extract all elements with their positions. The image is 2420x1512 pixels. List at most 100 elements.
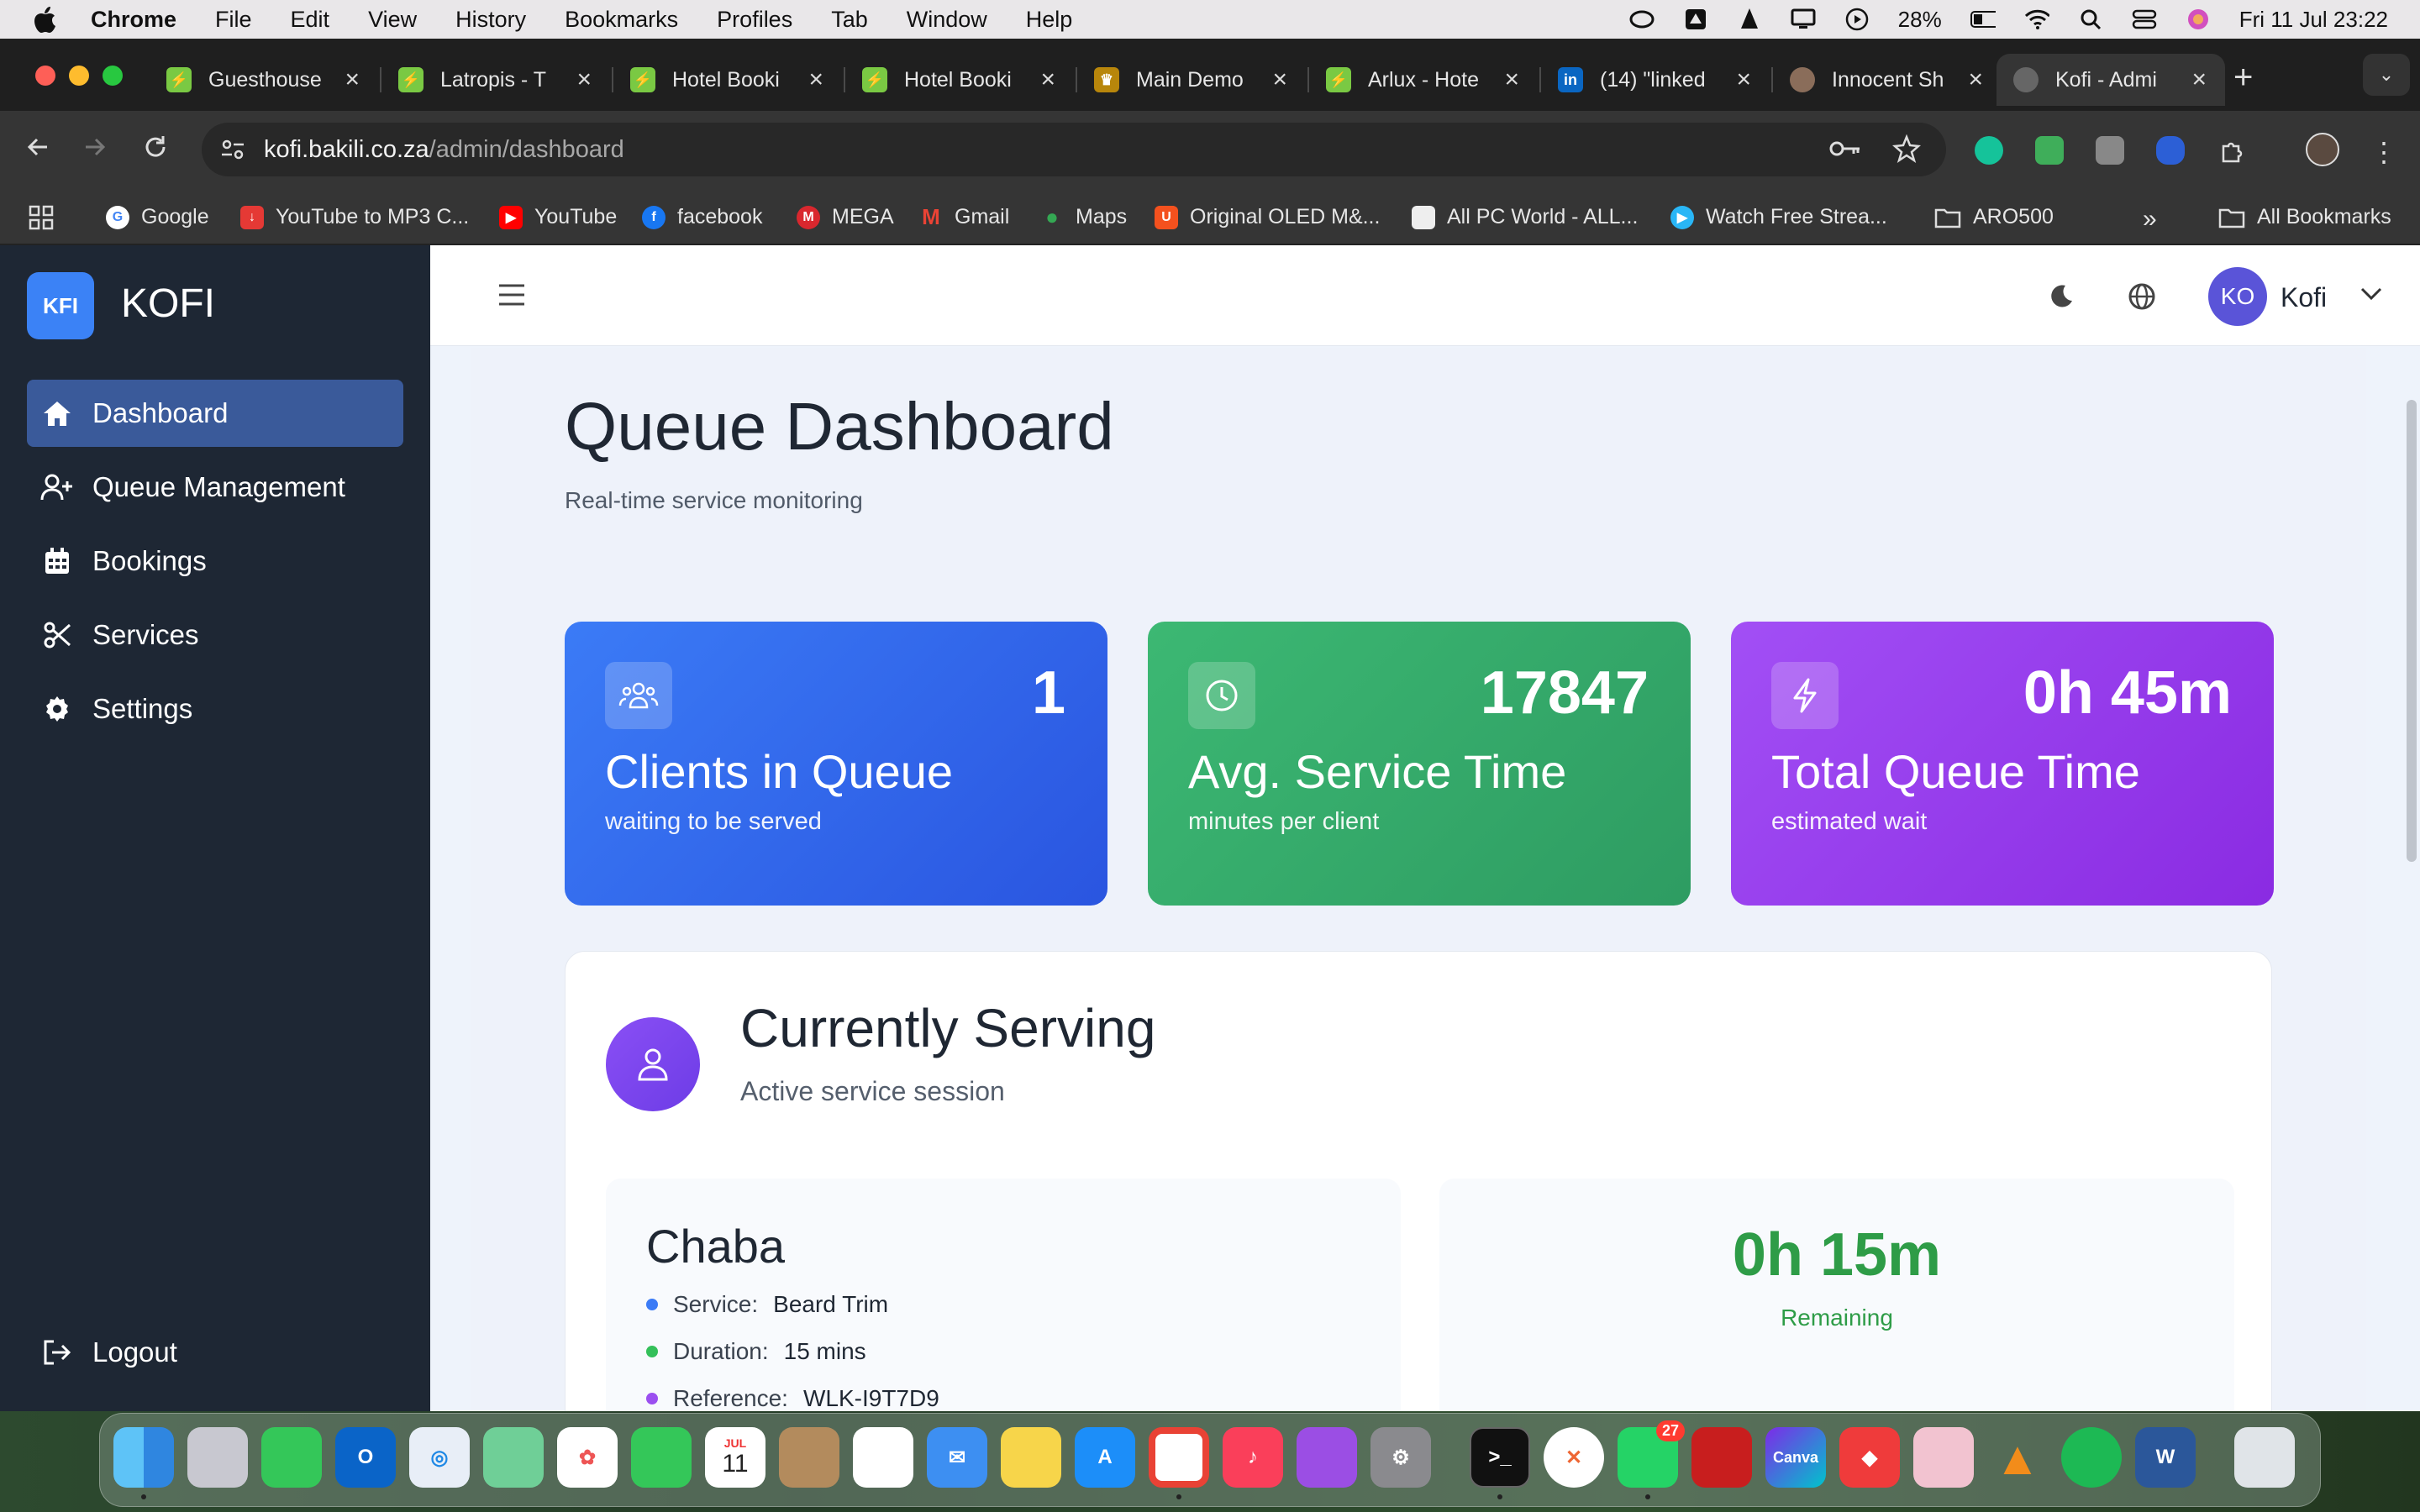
hamburger-menu-icon[interactable]: [497, 282, 526, 312]
tab-hotel-booking-2[interactable]: ⚡ Hotel Booki ×: [845, 54, 1074, 106]
reminders-icon[interactable]: [853, 1427, 913, 1488]
grammarly-icon[interactable]: [1975, 136, 2003, 165]
back-button[interactable]: [24, 133, 52, 169]
tab-main-demo[interactable]: ♛ Main Demo ×: [1077, 54, 1306, 106]
apple-icon[interactable]: [32, 5, 60, 34]
vlc-tray-icon[interactable]: [1737, 7, 1762, 32]
trash-icon[interactable]: [2234, 1427, 2295, 1488]
forward-button[interactable]: [81, 133, 109, 169]
acrobat-icon[interactable]: [1691, 1427, 1752, 1488]
word-icon[interactable]: W: [2135, 1427, 2196, 1488]
bookmark-gmail[interactable]: M Gmail: [919, 204, 1009, 229]
dark-mode-moon-icon[interactable]: [2047, 282, 2074, 313]
music-icon[interactable]: ♪: [1223, 1427, 1283, 1488]
menu-tab[interactable]: Tab: [831, 7, 868, 33]
bookmark-maps[interactable]: ● Maps: [1040, 204, 1127, 229]
contacts-icon[interactable]: [779, 1427, 839, 1488]
user-avatar[interactable]: KO: [2208, 267, 2267, 326]
control-center-icon[interactable]: [2132, 7, 2157, 32]
close-tab-icon[interactable]: ×: [1736, 66, 1751, 94]
bitwarden-icon[interactable]: [2156, 136, 2185, 165]
close-tab-icon[interactable]: ×: [1040, 66, 1055, 94]
calendar-app-icon[interactable]: JUL 11: [705, 1427, 765, 1488]
outlook-icon[interactable]: O: [335, 1427, 396, 1488]
close-window-button[interactable]: [35, 66, 55, 86]
bookmark-folder-aro500[interactable]: ARO500: [1934, 205, 2054, 229]
tab-arlux[interactable]: ⚡ Arlux - Hote ×: [1309, 54, 1538, 106]
menu-file[interactable]: File: [215, 7, 252, 33]
podcasts-icon[interactable]: [1297, 1427, 1357, 1488]
menu-history[interactable]: History: [455, 7, 526, 33]
app-store-icon[interactable]: A: [1075, 1427, 1135, 1488]
close-tab-icon[interactable]: ×: [1272, 66, 1287, 94]
menu-bookmarks[interactable]: Bookmarks: [565, 7, 678, 33]
anydesk-icon[interactable]: ◆: [1839, 1427, 1900, 1488]
language-globe-icon[interactable]: [2128, 282, 2156, 315]
bookmark-mega[interactable]: M MEGA: [797, 205, 894, 229]
new-tab-button[interactable]: +: [2233, 59, 2253, 97]
menu-view[interactable]: View: [368, 7, 417, 33]
tab-latropis[interactable]: ⚡ Latropis - T ×: [381, 54, 610, 106]
spotify-icon[interactable]: [2061, 1427, 2122, 1488]
facetime-icon[interactable]: [631, 1427, 692, 1488]
spotlight-search-icon[interactable]: [2078, 7, 2103, 32]
more-bookmarks-icon[interactable]: »: [2143, 205, 2157, 234]
stat-card-avg-service-time[interactable]: 17847 Avg. Service Time minutes per clie…: [1148, 622, 1691, 906]
all-bookmarks-folder[interactable]: All Bookmarks: [2218, 205, 2391, 229]
tab-linkedin[interactable]: in (14) "linked ×: [1541, 54, 1770, 106]
mail-icon[interactable]: ✉: [927, 1427, 987, 1488]
system-settings-icon[interactable]: ⚙: [1370, 1427, 1431, 1488]
siri-icon[interactable]: [2186, 7, 2211, 32]
menu-help[interactable]: Help: [1026, 7, 1073, 33]
password-key-icon[interactable]: [1828, 136, 1862, 168]
extensions-puzzle-icon[interactable]: [2218, 136, 2247, 165]
tab-kofi-admin[interactable]: Kofi - Admi ×: [1996, 54, 2225, 106]
page-scrollbar[interactable]: [2407, 400, 2417, 862]
sidebar-item-queue-management[interactable]: Queue Management: [27, 454, 403, 521]
wifi-icon[interactable]: [2024, 7, 2049, 32]
stat-card-clients-in-queue[interactable]: 1 Clients in Queue waiting to be served: [565, 622, 1107, 906]
apps-grid-icon[interactable]: [29, 205, 54, 230]
chrome-menu-icon[interactable]: ⋮: [2370, 136, 2398, 167]
chevron-down-icon[interactable]: [2360, 286, 2383, 307]
sidebar-item-dashboard[interactable]: Dashboard: [27, 380, 403, 447]
launchpad-icon[interactable]: [187, 1427, 248, 1488]
bookmark-allpcworld[interactable]: All PC World - ALL...: [1412, 205, 1638, 229]
close-tab-icon[interactable]: ×: [808, 66, 823, 94]
safari-icon[interactable]: ◎: [409, 1427, 470, 1488]
logout-button[interactable]: Logout: [27, 1319, 403, 1386]
extension-icon[interactable]: [2096, 136, 2124, 165]
creative-cloud-icon[interactable]: [1629, 7, 1655, 32]
sidebar-item-settings[interactable]: Settings: [27, 675, 403, 743]
bookmark-watch-free[interactable]: ▶ Watch Free Strea...: [1670, 205, 1887, 229]
battery-icon[interactable]: [1970, 7, 1996, 32]
chrome-icon[interactable]: [1149, 1427, 1209, 1488]
finder-icon[interactable]: [113, 1427, 174, 1488]
bookmark-facebook[interactable]: f facebook: [642, 205, 762, 229]
profile-avatar[interactable]: [2306, 133, 2339, 166]
zoom-window-button[interactable]: [103, 66, 123, 86]
display-icon[interactable]: [1791, 7, 1816, 32]
bookmark-oled[interactable]: U Original OLED M&...: [1155, 205, 1380, 229]
sidebar-item-bookings[interactable]: Bookings: [27, 528, 403, 595]
close-tab-icon[interactable]: ×: [2191, 66, 2207, 94]
logo[interactable]: KFI: [27, 272, 94, 339]
canva-icon[interactable]: Canva: [1765, 1427, 1826, 1488]
minimize-window-button[interactable]: [69, 66, 89, 86]
maps-icon[interactable]: [483, 1427, 544, 1488]
bookmark-google[interactable]: G Google: [106, 205, 209, 229]
menubar-clock[interactable]: Fri 11 Jul 23:22: [2239, 7, 2388, 33]
site-info-icon[interactable]: [220, 138, 245, 168]
bookmark-star-icon[interactable]: [1892, 134, 1921, 170]
shield-extension-icon[interactable]: [2035, 136, 2064, 165]
bookmark-youtube-mp3[interactable]: ↓ YouTube to MP3 C...: [240, 205, 469, 229]
notes-icon[interactable]: [1001, 1427, 1061, 1488]
close-tab-icon[interactable]: ×: [1968, 66, 1983, 94]
photos-icon[interactable]: ✿: [557, 1427, 618, 1488]
close-tab-icon[interactable]: ×: [1504, 66, 1519, 94]
menu-edit[interactable]: Edit: [291, 7, 330, 33]
address-bar[interactable]: kofi.bakili.co.za/admin/dashboard: [202, 123, 1946, 176]
tab-search-button[interactable]: ⌄: [2363, 54, 2410, 96]
tab-hotel-booking-1[interactable]: ⚡ Hotel Booki ×: [613, 54, 842, 106]
play-circle-icon[interactable]: [1844, 7, 1870, 32]
